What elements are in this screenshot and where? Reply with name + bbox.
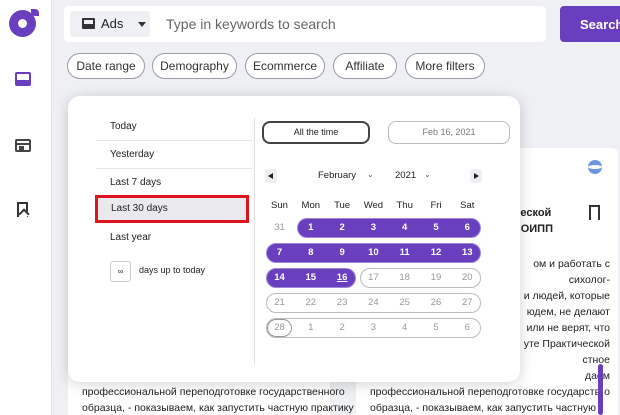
ads-icon[interactable]: [15, 72, 31, 88]
weekday-label: Mon: [301, 200, 321, 211]
calendar-day[interactable]: 4: [389, 318, 420, 338]
calendar-day[interactable]: 9: [327, 243, 358, 263]
calendar-day[interactable]: 20: [452, 268, 483, 288]
preset-today[interactable]: Today: [96, 113, 252, 141]
calendar-day[interactable]: 26: [421, 293, 452, 313]
search-bar: Ads: [64, 6, 546, 42]
calendar-day[interactable]: 15: [295, 268, 326, 288]
card-text: профессиональной переподготовке государс…: [82, 386, 354, 414]
ads-icon: [82, 18, 95, 29]
calendar-day[interactable]: 16: [327, 268, 358, 288]
divider: [254, 118, 255, 364]
logo-tail: [31, 9, 39, 16]
chevron-down-icon: ⌄: [424, 170, 431, 179]
calendar-day[interactable]: 2: [327, 318, 358, 338]
left-nav: [0, 0, 52, 415]
calendar-day[interactable]: 28: [264, 318, 295, 338]
filter-ecommerce[interactable]: Ecommerce: [245, 53, 325, 79]
ad-type-select[interactable]: Ads: [70, 11, 150, 37]
bookmark-icon[interactable]: [15, 202, 31, 218]
scrollbar[interactable]: [598, 364, 603, 415]
prev-month-button[interactable]: [265, 169, 277, 183]
calendar-day[interactable]: 12: [421, 243, 452, 263]
bookmark-icon[interactable]: [589, 205, 600, 220]
days-input[interactable]: ∞: [110, 261, 131, 282]
filter-more[interactable]: More filters: [405, 53, 485, 79]
preset-yesterday[interactable]: Yesterday: [96, 141, 252, 169]
calendar-day[interactable]: 11: [389, 243, 420, 263]
calendar-day[interactable]: 1: [295, 218, 326, 238]
filter-date-range[interactable]: Date range: [67, 53, 145, 79]
calendar-day[interactable]: 18: [389, 268, 420, 288]
calendar-day[interactable]: 10: [358, 243, 389, 263]
preset-last-7-days[interactable]: Last 7 days: [96, 169, 252, 197]
card-title: ческой - ОИПП: [514, 207, 553, 235]
preset-last-year[interactable]: Last year: [96, 224, 252, 252]
weekday-label: Fri: [430, 200, 442, 211]
calendar-day[interactable]: 8: [295, 243, 326, 263]
card-text: профессиональной переподготовке государс…: [370, 386, 602, 414]
date-range-popover: Today Yesterday Last 7 days Last 30 days…: [68, 96, 520, 382]
browser-icon[interactable]: [15, 138, 31, 154]
calendar-day[interactable]: 31: [264, 218, 295, 238]
calendar-day[interactable]: 17: [358, 268, 389, 288]
weekday-label: Sat: [460, 200, 475, 211]
filter-demography[interactable]: Demography: [152, 53, 237, 79]
calendar-day[interactable]: 3: [358, 318, 389, 338]
chevron-right-icon: [474, 173, 479, 179]
calendar-day[interactable]: 3: [358, 218, 389, 238]
calendar-day[interactable]: 25: [389, 293, 420, 313]
weekday-label: Sun: [271, 200, 288, 211]
calendar-day[interactable]: 2: [327, 218, 358, 238]
month-select[interactable]: February: [318, 170, 356, 181]
filter-affiliate[interactable]: Affiliate: [333, 53, 397, 79]
calendar-day[interactable]: 19: [421, 268, 452, 288]
calendar-day[interactable]: 24: [358, 293, 389, 313]
ad-type-label: Ads: [101, 16, 124, 31]
calendar-day[interactable]: 6: [452, 218, 483, 238]
preset-last-30-days[interactable]: Last 30 days: [95, 195, 249, 223]
calendar-day[interactable]: 4: [389, 218, 420, 238]
all-time-button[interactable]: All the time: [262, 121, 370, 144]
calendar-day[interactable]: 7: [264, 243, 295, 263]
flag-icon: [588, 160, 602, 174]
days-up-to-today: ∞ days up to today: [110, 261, 260, 283]
search-input[interactable]: [161, 6, 541, 42]
calendar-day[interactable]: 27: [452, 293, 483, 313]
year-select[interactable]: 2021: [395, 170, 416, 181]
calendar-day[interactable]: 5: [421, 318, 452, 338]
next-month-button[interactable]: [470, 169, 482, 183]
chevron-down-icon: ⌄: [367, 170, 374, 179]
calendar-day[interactable]: 6: [452, 318, 483, 338]
chevron-down-icon: [138, 22, 146, 27]
search-button[interactable]: Search: [560, 6, 620, 42]
calendar-day[interactable]: 21: [264, 293, 295, 313]
chevron-left-icon: [268, 173, 273, 179]
weekday-label: Tue: [334, 200, 351, 211]
calendar-day[interactable]: 1: [295, 318, 326, 338]
weekday-label: Thu: [396, 200, 413, 211]
calendar-day[interactable]: 22: [295, 293, 326, 313]
calendar-day[interactable]: 13: [452, 243, 483, 263]
days-label: days up to today: [139, 265, 206, 275]
weekday-label: Wed: [363, 200, 384, 211]
calendar-day[interactable]: 5: [421, 218, 452, 238]
end-date-field[interactable]: Feb 16, 2021: [388, 121, 510, 144]
calendar-day[interactable]: 23: [327, 293, 358, 313]
calendar-day[interactable]: 14: [264, 268, 295, 288]
